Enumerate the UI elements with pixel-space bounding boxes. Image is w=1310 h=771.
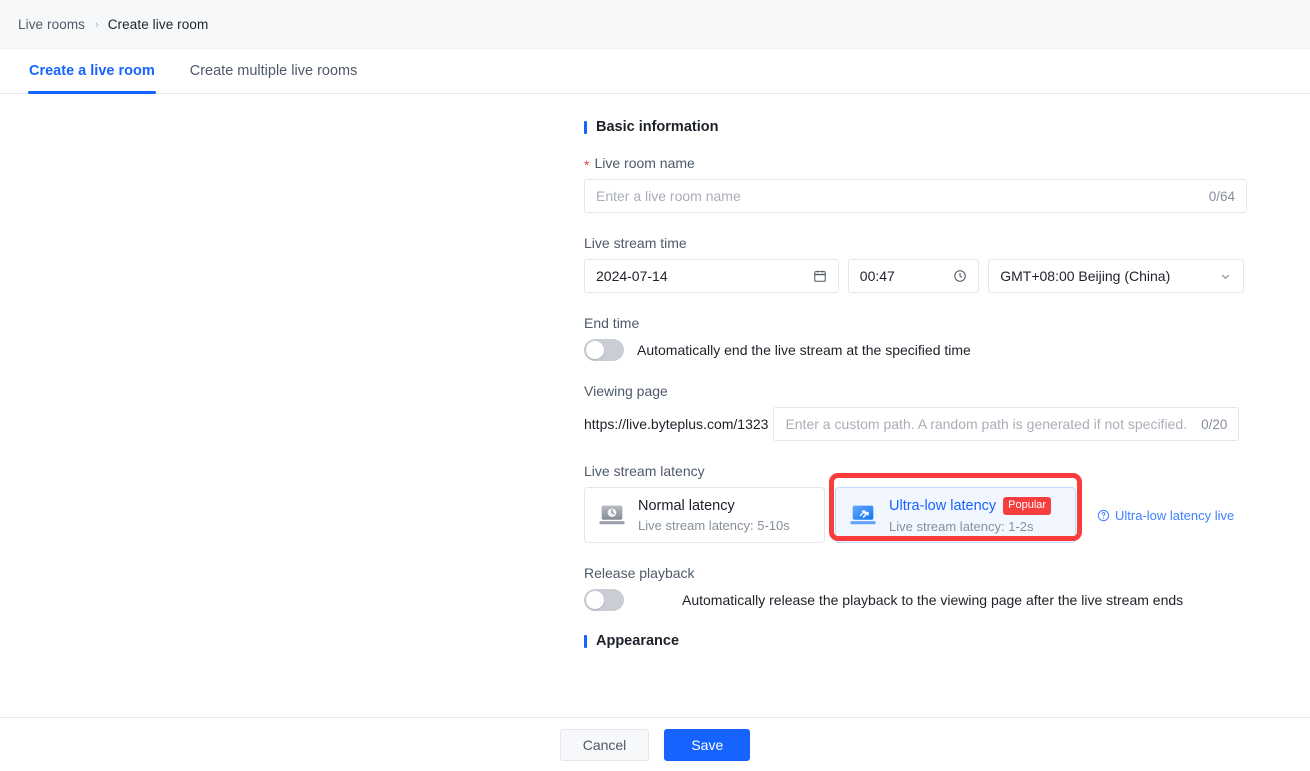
ultra-low-latency-help-link[interactable]: Ultra-low latency live	[1097, 508, 1234, 523]
label-text: Live room name	[594, 155, 695, 171]
tab-create-a-live-room[interactable]: Create a live room	[28, 49, 156, 94]
field-label: Live stream time	[584, 235, 1244, 251]
viewing-page-url-prefix: https://live.byteplus.com/1323	[584, 416, 769, 432]
field-live-room-name: * Live room name Enter a live room name …	[584, 155, 1247, 213]
latency-option-texts: Normal latency Live stream latency: 5-10…	[638, 498, 790, 533]
latency-title-row: Normal latency	[638, 498, 790, 514]
release-playback-description: Automatically release the playback to th…	[682, 592, 1184, 608]
section-header-appearance: Appearance	[584, 633, 1244, 649]
form-footer: Cancel Save	[0, 717, 1310, 771]
latency-subtitle: Live stream latency: 5-10s	[638, 517, 790, 533]
section-accent-bar	[584, 634, 587, 648]
save-button[interactable]: Save	[664, 728, 751, 761]
character-counter: 0/20	[1201, 416, 1228, 432]
live-room-name-input[interactable]: Enter a live room name 0/64	[584, 179, 1247, 213]
release-playback-toggle-row: Automatically release the playback to th…	[584, 589, 1244, 611]
chevron-down-icon	[1219, 270, 1232, 283]
breadcrumb-item-live-rooms[interactable]: Live rooms	[18, 17, 85, 32]
laptop-clock-icon	[597, 500, 627, 530]
stream-date-input[interactable]: 2024-07-14	[584, 259, 839, 293]
section-header-basic-information: Basic information	[584, 119, 1244, 135]
end-time-toggle[interactable]	[584, 339, 624, 361]
date-value: 2024-07-14	[596, 268, 668, 284]
input-placeholder: Enter a live room name	[596, 188, 741, 204]
field-viewing-page: Viewing page https://live.byteplus.com/1…	[584, 383, 1244, 441]
tab-create-multiple-live-rooms[interactable]: Create multiple live rooms	[189, 49, 359, 93]
field-live-stream-latency: Live stream latency Normal latency Live …	[584, 463, 1244, 543]
form-scroll-area[interactable]: Basic information * Live room name Enter…	[0, 94, 1310, 771]
stream-time-row: 2024-07-14 00:47 GMT+08:00 Beijing (Chin…	[584, 259, 1244, 293]
latency-option-texts: Ultra-low latency Popular Live stream la…	[889, 496, 1052, 534]
latency-option-ultra-low[interactable]: Ultra-low latency Popular Live stream la…	[835, 487, 1076, 543]
custom-path-input[interactable]: Enter a custom path. A random path is ge…	[773, 407, 1240, 441]
time-value: 00:47	[859, 268, 895, 284]
field-label: Viewing page	[584, 383, 1244, 399]
timezone-select[interactable]: GMT+08:00 Beijing (China)	[988, 259, 1244, 293]
end-time-description: Automatically end the live stream at the…	[637, 342, 971, 358]
section-title: Basic information	[596, 119, 719, 135]
question-circle-icon	[1097, 509, 1115, 522]
toggle-knob	[586, 341, 604, 359]
field-release-playback: Release playback Automatically release t…	[584, 565, 1244, 611]
latency-subtitle: Live stream latency: 1-2s	[889, 518, 1034, 534]
field-end-time: End time Automatically end the live stre…	[584, 315, 1244, 361]
breadcrumb-item-current: Create live room	[107, 16, 209, 32]
label-text: Live stream time	[584, 235, 687, 251]
latency-options-row: Normal latency Live stream latency: 5-10…	[584, 473, 1244, 543]
field-label: * Live room name	[584, 155, 1244, 173]
latency-title-row: Ultra-low latency Popular	[889, 496, 1052, 515]
section-title: Appearance	[596, 633, 680, 649]
breadcrumb: Live rooms › Create live room	[0, 0, 1310, 49]
calendar-icon	[813, 269, 827, 283]
stream-time-input[interactable]: 00:47	[847, 259, 980, 293]
field-label: End time	[584, 315, 1244, 331]
field-label: Live stream latency	[584, 463, 1244, 479]
breadcrumb-separator-icon: ›	[95, 18, 99, 31]
section-accent-bar	[584, 120, 587, 134]
viewing-page-row: https://live.byteplus.com/1323 Enter a c…	[584, 407, 1244, 441]
field-label: Release playback	[584, 565, 1244, 581]
create-live-room-page: Live rooms › Create live room Create a l…	[0, 0, 1310, 771]
cancel-button[interactable]: Cancel	[559, 728, 650, 761]
field-live-stream-time: Live stream time 2024-07-14 00:47 GMT+08…	[584, 235, 1244, 293]
label-text: Live stream latency	[584, 463, 705, 479]
clock-icon	[953, 269, 967, 283]
tab-label: Create multiple live rooms	[189, 63, 358, 79]
label-text: Release playback	[584, 565, 695, 581]
character-counter: 0/64	[1208, 188, 1235, 204]
toggle-knob	[586, 591, 604, 609]
latency-title: Normal latency	[638, 497, 735, 514]
help-link-label: Ultra-low latency live	[1115, 507, 1235, 523]
popular-badge: Popular	[1003, 496, 1052, 515]
latency-option-normal[interactable]: Normal latency Live stream latency: 5-10…	[584, 487, 825, 543]
input-placeholder: Enter a custom path. A random path is ge…	[785, 416, 1188, 432]
timezone-value: GMT+08:00 Beijing (China)	[1000, 268, 1171, 284]
form-column: Basic information * Live room name Enter…	[584, 94, 1247, 649]
label-text: Viewing page	[584, 383, 668, 399]
latency-title: Ultra-low latency	[889, 497, 997, 514]
end-time-toggle-row: Automatically end the live stream at the…	[584, 339, 1244, 361]
required-asterisk: *	[584, 157, 590, 173]
laptop-speed-icon	[848, 500, 878, 530]
tab-bar: Create a live room Create multiple live …	[0, 49, 1310, 94]
release-playback-toggle[interactable]	[584, 589, 624, 611]
tab-label: Create a live room	[29, 63, 155, 79]
label-text: End time	[584, 315, 640, 331]
